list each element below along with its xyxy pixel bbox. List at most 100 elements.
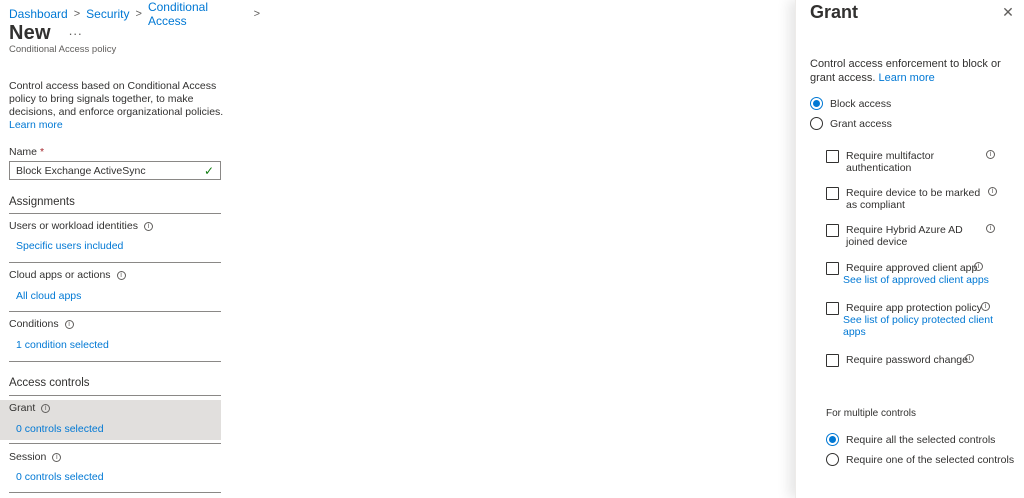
control-require-approved-app[interactable]: Require approved client app See list of … (826, 262, 1011, 288)
require-all-option[interactable]: Require all the selected controls (826, 433, 995, 446)
info-icon[interactable]: i (974, 262, 983, 271)
control-require-password-change[interactable]: Require password change i (826, 354, 1011, 368)
breadcrumb-conditional-access[interactable]: Conditional Access (148, 0, 248, 28)
checkbox[interactable] (826, 354, 839, 367)
approved-apps-link[interactable]: See list of approved client apps (843, 274, 1006, 286)
control-require-compliant-device[interactable]: Require device to be marked as compliant… (826, 187, 1011, 213)
divider (9, 311, 221, 312)
require-one-option[interactable]: Require one of the selected controls (826, 453, 1014, 466)
info-icon[interactable]: i (116, 270, 126, 280)
breadcrumb-security[interactable]: Security (86, 7, 129, 21)
info-icon[interactable]: i (965, 354, 974, 363)
checkbox[interactable] (826, 150, 839, 163)
info-icon[interactable]: i (986, 224, 995, 233)
page-title: New (9, 22, 51, 44)
chevron-right-icon: > (253, 8, 260, 20)
conditions-label-text: Conditions (9, 318, 59, 330)
control-label: Require app protection policy See list o… (843, 302, 996, 338)
access-controls-heading: Access controls (9, 377, 90, 389)
block-access-label: Block access (830, 97, 892, 110)
radio-checked-icon[interactable] (826, 433, 839, 446)
divider (9, 492, 221, 493)
checkbox[interactable] (826, 224, 839, 237)
radio-unchecked-icon[interactable] (826, 453, 839, 466)
control-label-line1: Require device to be marked (846, 187, 981, 199)
blade-description: Control access enforcement to block or g… (810, 57, 1010, 85)
required-asterisk: * (39, 146, 45, 158)
name-input-value: Block Exchange ActiveSync (16, 164, 146, 177)
breadcrumb-dashboard[interactable]: Dashboard (9, 7, 68, 21)
control-require-hybrid-join[interactable]: Require Hybrid Azure AD joined device i (826, 224, 1011, 250)
users-label-text: Users or workload identities (9, 220, 138, 232)
control-require-app-protection[interactable]: Require app protection policy See list o… (826, 302, 1011, 340)
info-icon[interactable]: i (988, 187, 997, 196)
session-link[interactable]: 0 controls selected (16, 471, 104, 483)
chevron-right-icon: > (73, 8, 81, 20)
control-require-mfa[interactable]: Require multifactor authentication i (826, 150, 1011, 176)
page-subtitle: Conditional Access policy (9, 44, 117, 55)
require-one-label: Require one of the selected controls (846, 453, 1015, 466)
control-label: Require Hybrid Azure AD joined device (846, 224, 986, 248)
users-label: Users or workload identities i (9, 220, 153, 232)
info-icon[interactable]: i (986, 150, 995, 159)
cloud-apps-label: Cloud apps or actions i (9, 269, 126, 281)
grant-access-label: Grant access (830, 117, 892, 130)
learn-more-link[interactable]: Learn more (9, 119, 63, 131)
name-input[interactable]: Block Exchange ActiveSync ✓ (9, 161, 221, 180)
users-link[interactable]: Specific users included (16, 240, 123, 252)
control-label-line1: Require Hybrid Azure AD (846, 224, 963, 236)
control-label-line1: Require password change (846, 354, 968, 366)
grant-label: Grant i (9, 402, 51, 414)
divider (9, 213, 221, 214)
description-text: Control access based on Conditional Acce… (9, 80, 224, 118)
checkmark-icon: ✓ (203, 163, 214, 178)
policy-editor-panel: Dashboard > Security > Conditional Acces… (0, 0, 260, 498)
grant-link[interactable]: 0 controls selected (16, 423, 104, 435)
blade-title: Grant (810, 2, 859, 22)
divider (9, 443, 221, 444)
grant-blade: Grant ✕ Control access enforcement to bl… (795, 0, 1024, 498)
info-icon[interactable]: i (143, 221, 153, 231)
control-label-line2: as compliant (846, 199, 905, 211)
cloud-apps-link[interactable]: All cloud apps (16, 290, 81, 302)
info-icon[interactable]: i (52, 452, 62, 462)
title-row: New ... (9, 22, 83, 45)
grant-label-text: Grant (9, 402, 36, 414)
multiple-controls-label: For multiple controls (826, 408, 917, 419)
session-label: Session i (9, 451, 62, 463)
info-icon[interactable]: i (41, 403, 51, 413)
control-label-line2: authentication (846, 162, 912, 174)
grant-access-option[interactable]: Grant access (810, 117, 892, 130)
radio-unchecked-icon[interactable] (810, 117, 823, 130)
checkbox[interactable] (826, 187, 839, 200)
control-label-line1: Require approved client app (846, 262, 978, 274)
name-label-text: Name (9, 146, 38, 158)
block-access-option[interactable]: Block access (810, 97, 891, 110)
conditions-label: Conditions i (9, 318, 74, 330)
chevron-right-icon: > (135, 8, 142, 20)
conditions-link[interactable]: 1 condition selected (16, 339, 109, 351)
protected-apps-link[interactable]: See list of policy protected client apps (843, 314, 996, 338)
radio-checked-icon[interactable] (810, 97, 823, 110)
require-all-label: Require all the selected controls (846, 433, 996, 446)
more-options-icon[interactable]: ... (69, 23, 83, 38)
checkbox[interactable] (826, 262, 839, 275)
control-label-line1: Require app protection policy (846, 302, 982, 314)
divider (9, 395, 221, 396)
control-label-line2: joined device (846, 236, 908, 248)
cloud-apps-label-text: Cloud apps or actions (9, 269, 111, 281)
info-icon[interactable]: i (981, 302, 990, 311)
info-icon[interactable]: i (64, 319, 74, 329)
close-icon[interactable]: ✕ (1000, 4, 1016, 20)
assignments-heading: Assignments (9, 196, 75, 208)
control-label: Require device to be marked as compliant (846, 187, 986, 211)
blade-learn-more-link[interactable]: Learn more (878, 72, 934, 84)
divider (9, 361, 221, 362)
name-label: Name * (9, 146, 44, 158)
session-label-text: Session (9, 451, 47, 463)
policy-description: Control access based on Conditional Acce… (9, 80, 224, 132)
divider (9, 262, 221, 263)
checkbox[interactable] (826, 302, 839, 315)
control-label-line1: Require multifactor (846, 150, 935, 162)
control-label: Require multifactor authentication (846, 150, 986, 174)
